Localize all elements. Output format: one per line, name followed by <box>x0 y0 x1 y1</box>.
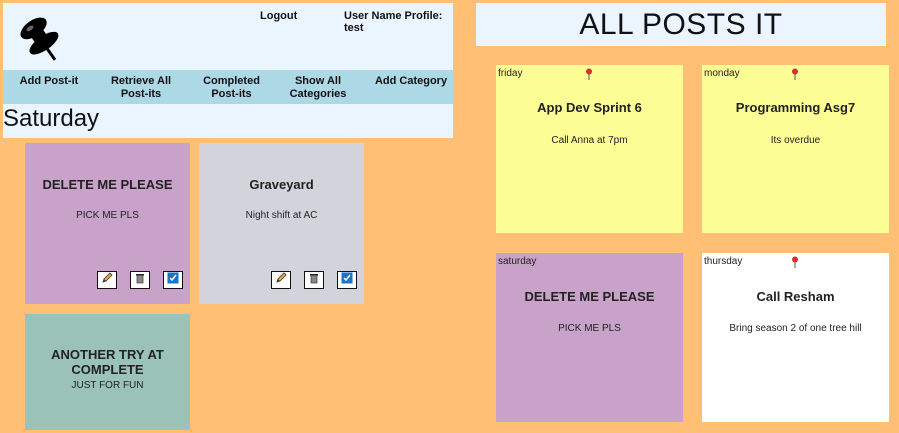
all-posts-grid: friday App Dev Sprint 6 Call Anna at 7pm… <box>476 52 896 430</box>
pushpin-icon <box>791 67 799 80</box>
note-card[interactable]: DELETE ME PLEASE PICK ME PLS <box>25 143 190 304</box>
postit-card[interactable]: monday Programming Asg7 Its overdue <box>702 65 889 233</box>
note-title: DELETE ME PLEASE <box>42 177 173 192</box>
delete-button[interactable] <box>304 271 324 289</box>
all-posts-header: ALL POSTS IT <box>476 3 886 46</box>
pencil-icon <box>275 271 287 289</box>
postit-card[interactable]: saturday DELETE ME PLEASE PICK ME PLS <box>496 253 683 422</box>
pushpin-logo-icon[interactable] <box>15 13 65 69</box>
edit-button[interactable] <box>97 271 117 289</box>
nav-show-categories[interactable]: Show All Categories <box>283 75 353 101</box>
postit-body: Its overdue <box>770 135 821 146</box>
trash-icon <box>308 271 320 289</box>
day-title: Saturday <box>3 105 100 132</box>
postit-title: Call Resham <box>756 289 835 304</box>
note-title: ANOTHER TRY AT COMPLETE <box>51 347 164 377</box>
note-title: Graveyard <box>249 177 314 192</box>
note-card[interactable]: ANOTHER TRY AT COMPLETE JUST FOR FUN <box>25 314 190 430</box>
user-profile-label: User Name Profile: test <box>344 10 443 34</box>
nav-add-postit[interactable]: Add Post-it <box>19 75 79 88</box>
delete-button[interactable] <box>130 271 150 289</box>
checkbox-icon <box>167 271 179 289</box>
postit-body: Bring season 2 of one tree hill <box>729 323 862 334</box>
checkbox-icon <box>341 271 353 289</box>
note-body: Night shift at AC <box>245 210 318 221</box>
nav-bar: Add Post-it Retrieve All Post-its Comple… <box>3 70 453 104</box>
left-panel: Logout User Name Profile: test Add Post-… <box>0 0 456 433</box>
postit-card[interactable]: thursday Call Resham Bring season 2 of o… <box>702 253 889 422</box>
complete-button[interactable] <box>163 271 183 289</box>
logout-link[interactable]: Logout <box>260 10 297 22</box>
postit-title: App Dev Sprint 6 <box>537 100 642 115</box>
postit-body: PICK ME PLS <box>558 323 621 334</box>
trash-icon <box>134 271 146 289</box>
nav-retrieve-all[interactable]: Retrieve All Post-its <box>96 75 186 101</box>
note-body: PICK ME PLS <box>76 210 139 221</box>
nav-completed[interactable]: Completed Post-its <box>189 75 274 101</box>
edit-button[interactable] <box>271 271 291 289</box>
postit-body: Call Anna at 7pm <box>551 135 628 146</box>
day-header: Saturday <box>3 104 453 138</box>
postit-day: monday <box>704 68 740 79</box>
note-body: JUST FOR FUN <box>71 380 144 391</box>
postit-title: DELETE ME PLEASE <box>524 289 655 304</box>
complete-button[interactable] <box>337 271 357 289</box>
page-title: ALL POSTS IT <box>579 8 783 41</box>
postit-day: friday <box>498 68 523 79</box>
postit-card[interactable]: friday App Dev Sprint 6 Call Anna at 7pm <box>496 65 683 233</box>
postit-day: thursday <box>704 256 743 267</box>
note-card[interactable]: Graveyard Night shift at AC <box>199 143 364 304</box>
postit-title: Programming Asg7 <box>735 100 856 115</box>
postit-day: saturday <box>498 256 537 267</box>
top-header: Logout User Name Profile: test <box>3 3 453 70</box>
pencil-icon <box>101 271 113 289</box>
pushpin-icon <box>585 67 593 80</box>
nav-add-category[interactable]: Add Category <box>373 75 449 88</box>
pushpin-icon <box>791 255 799 268</box>
